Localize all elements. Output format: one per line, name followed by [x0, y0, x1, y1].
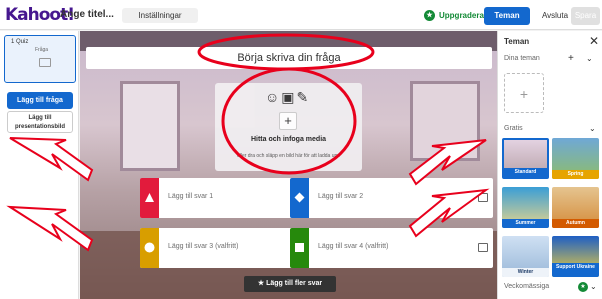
add-theme-tile[interactable]: + — [504, 73, 544, 113]
image-icon[interactable] — [478, 243, 488, 252]
upgrade-button[interactable]: ★ Uppgradera — [424, 10, 484, 21]
add-presentation-label-2: presentationsbild — [14, 124, 65, 130]
theme-autumn[interactable]: Autumn — [552, 187, 599, 228]
your-themes-label: Dina teman — [504, 55, 540, 62]
media-title: Hitta och infoga media — [250, 136, 327, 143]
answer-tile-blue — [290, 178, 309, 218]
theme-standard[interactable]: Standard — [502, 138, 549, 179]
add-more-answers-label: Lägg till fler svar — [266, 280, 323, 287]
add-question-button[interactable]: Lägg till fråga — [7, 92, 73, 109]
themes-button[interactable]: Teman — [484, 7, 530, 25]
add-more-answers-button[interactable]: ★ Lägg till fler svar — [244, 276, 336, 292]
add-presentation-slide-button[interactable]: Lägg till presentationsbild — [7, 111, 73, 133]
slide-thumbnail[interactable]: 1 Quiz Fråga — [4, 35, 76, 83]
answer-field-2[interactable]: Lägg till svar 2 — [290, 178, 493, 218]
answer-tile-green — [290, 228, 309, 268]
background-window — [120, 81, 180, 171]
media-dropzone[interactable]: ☺▣✎ + Hitta och infoga media eller dra o… — [215, 83, 362, 171]
top-bar: Kahoot! Ange titel... Inställningar ★ Up… — [0, 0, 602, 30]
theme-name: Winter — [502, 268, 549, 277]
slide-number: 1 — [11, 39, 15, 45]
exit-button[interactable]: Avsluta — [540, 7, 570, 25]
answer-field-4[interactable]: Lägg till svar 4 (valfritt) — [290, 228, 493, 268]
star-icon: ★ — [424, 10, 435, 21]
theme-name: Spring — [552, 170, 599, 179]
diamond-icon — [294, 192, 305, 203]
media-hint: eller dra och släpp en bild här för att … — [236, 153, 341, 159]
star-icon: ★ — [578, 282, 588, 292]
settings-button[interactable]: Inställningar — [122, 8, 198, 23]
close-icon[interactable]: ✕ — [589, 34, 599, 48]
circle-icon — [144, 242, 155, 253]
answer-tile-red — [140, 178, 159, 218]
theme-name: Autumn — [552, 219, 599, 228]
themes-panel: Teman ✕ Dina teman + ⌄ + Gratis ⌄ Standa… — [497, 31, 602, 299]
answer-tile-yellow — [140, 228, 159, 268]
question-canvas: Börja skriva din fråga ☺▣✎ + Hitta och i… — [80, 31, 497, 299]
theme-spring[interactable]: Spring — [552, 138, 599, 179]
upgrade-label: Uppgradera — [439, 11, 484, 20]
theme-support-ukraine[interactable]: Support Ukraine — [552, 236, 599, 277]
themes-panel-title: Teman — [504, 37, 530, 46]
save-button[interactable]: Spara — [571, 7, 600, 25]
answer-label-4: Lägg till svar 4 (valfritt) — [318, 243, 389, 250]
chevron-down-icon[interactable]: ⌄ — [586, 54, 593, 63]
theme-summer[interactable]: Summer — [502, 187, 549, 228]
media-type-icons: ☺▣✎ — [265, 89, 311, 105]
question-input[interactable]: Börja skriva din fråga — [86, 47, 492, 69]
free-themes-label: Gratis — [504, 125, 523, 132]
theme-name: Summer — [502, 219, 549, 228]
theme-winter[interactable]: Winter — [502, 236, 549, 277]
image-placeholder-icon — [39, 58, 51, 67]
add-media-icon[interactable]: + — [279, 112, 297, 130]
slide-sidebar: 1 Quiz Fråga Lägg till fråga Lägg till p… — [0, 31, 79, 299]
slide-label: Fråga — [35, 47, 49, 53]
triangle-icon — [145, 193, 154, 202]
title-input[interactable]: Ange titel... — [60, 9, 114, 20]
answer-label-1: Lägg till svar 1 — [168, 193, 214, 200]
add-presentation-label-1: Lägg till — [28, 115, 52, 121]
slide-type: Quiz — [16, 39, 29, 45]
square-icon — [295, 243, 304, 252]
answer-label-3: Lägg till svar 3 (valfritt) — [168, 243, 239, 250]
chevron-down-icon[interactable]: ⌄ — [590, 282, 597, 291]
star-icon: ★ — [257, 280, 265, 287]
background-board — [410, 81, 480, 161]
add-theme-icon[interactable]: + — [568, 53, 574, 64]
image-icon[interactable] — [478, 193, 488, 202]
chevron-down-icon[interactable]: ⌄ — [589, 124, 596, 133]
theme-name: Standard — [504, 168, 547, 177]
answer-label-2: Lägg till svar 2 — [318, 193, 364, 200]
weekly-themes-label: Veckomässiga — [504, 283, 550, 290]
theme-name: Support Ukraine — [552, 263, 599, 277]
